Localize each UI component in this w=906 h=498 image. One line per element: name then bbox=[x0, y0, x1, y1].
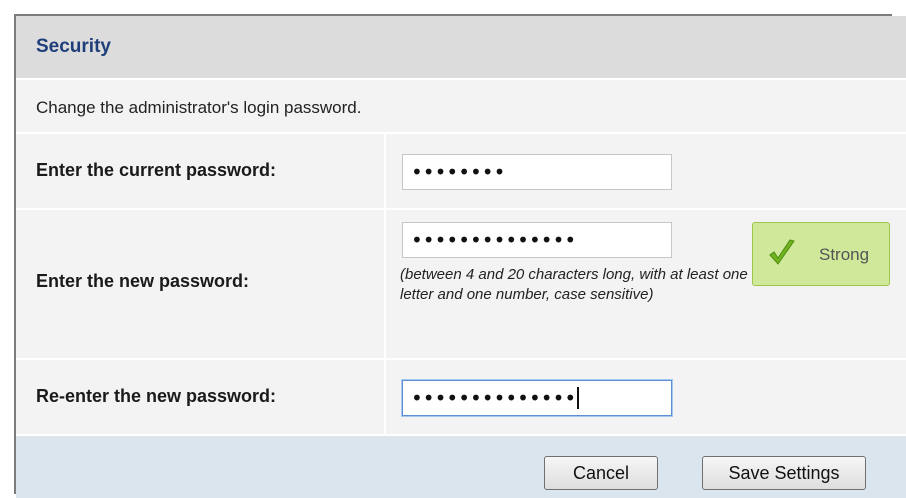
description-row: Change the administrator's login passwor… bbox=[16, 78, 906, 132]
button-bar: Cancel Save Settings bbox=[16, 434, 906, 498]
confirm-password-input[interactable]: •••••••••••••• bbox=[402, 380, 672, 416]
cancel-button[interactable]: Cancel bbox=[544, 456, 658, 490]
new-password-label: Enter the new password: bbox=[36, 271, 250, 291]
save-settings-button[interactable]: Save Settings bbox=[702, 456, 866, 490]
confirm-password-value: •••••••••••••• bbox=[411, 386, 577, 410]
description-text: Change the administrator's login passwor… bbox=[36, 98, 362, 117]
current-password-row: Enter the current password: •••••••• bbox=[16, 132, 906, 208]
current-password-input[interactable]: •••••••• bbox=[402, 154, 672, 190]
checkmark-icon bbox=[769, 239, 795, 265]
current-password-label: Enter the current password: bbox=[36, 160, 277, 180]
security-panel: Security Change the administrator's logi… bbox=[14, 14, 906, 498]
confirm-password-row: Re-enter the new password: •••••••••••••… bbox=[16, 358, 906, 434]
password-strength-indicator: Strong bbox=[752, 222, 890, 286]
new-password-input[interactable]: •••••••••••••• bbox=[402, 222, 672, 258]
password-hint: (between 4 and 20 characters long, with … bbox=[400, 266, 748, 303]
section-title: Security bbox=[36, 36, 111, 57]
new-password-row: Enter the new password: •••••••••••••• (… bbox=[16, 208, 906, 358]
section-header: Security bbox=[16, 16, 906, 78]
label-cell: Enter the current password: bbox=[16, 134, 386, 208]
label-cell: Re-enter the new password: bbox=[16, 360, 386, 434]
label-cell: Enter the new password: bbox=[16, 210, 386, 358]
confirm-password-label: Re-enter the new password: bbox=[36, 386, 277, 406]
strength-label: Strong bbox=[819, 245, 870, 264]
text-caret bbox=[577, 386, 580, 409]
